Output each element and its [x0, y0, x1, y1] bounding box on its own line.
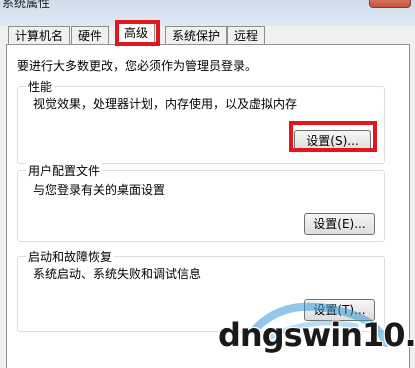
tab-strip: 计算机名 硬件 高级 系统保护 远程 [6, 20, 410, 46]
tab-hardware[interactable]: 硬件 [71, 26, 110, 45]
performance-group-title: 性能 [26, 78, 55, 95]
title-bar: 系统属性 [0, 0, 415, 12]
close-button[interactable] [369, 0, 411, 8]
startup-recovery-group-title: 启动和故障恢复 [26, 248, 115, 265]
user-profiles-group-desc: 与您登录有关的桌面设置 [33, 183, 166, 197]
user-profiles-group-title: 用户配置文件 [26, 162, 103, 179]
tab-computer-name[interactable]: 计算机名 [8, 26, 71, 45]
performance-group-desc: 视觉效果，处理器计划，内存使用，以及虚拟内存 [33, 97, 298, 111]
system-properties-window: 系统属性 计算机名 硬件 高级 系统保护 远程 要进行大多数更改，您必须作为管理… [0, 0, 415, 368]
tab-system-protection[interactable]: 系统保护 [165, 26, 228, 45]
tab-remote[interactable]: 远程 [227, 26, 266, 45]
watermark-text: dngswin10.com [218, 316, 415, 354]
advanced-tab-highlight-box [115, 20, 160, 46]
window-title: 系统属性 [2, 0, 51, 10]
startup-recovery-group-desc: 系统启动、系统失败和调试信息 [33, 267, 202, 281]
user-profiles-group: 用户配置文件 与您登录有关的桌面设置 设置(E)... [17, 162, 385, 242]
performance-settings-highlight-box [289, 121, 377, 152]
admin-notice: 要进行大多数更改，您必须作为管理员登录。 [17, 59, 258, 73]
user-profiles-settings-button[interactable]: 设置(E)... [304, 213, 375, 235]
